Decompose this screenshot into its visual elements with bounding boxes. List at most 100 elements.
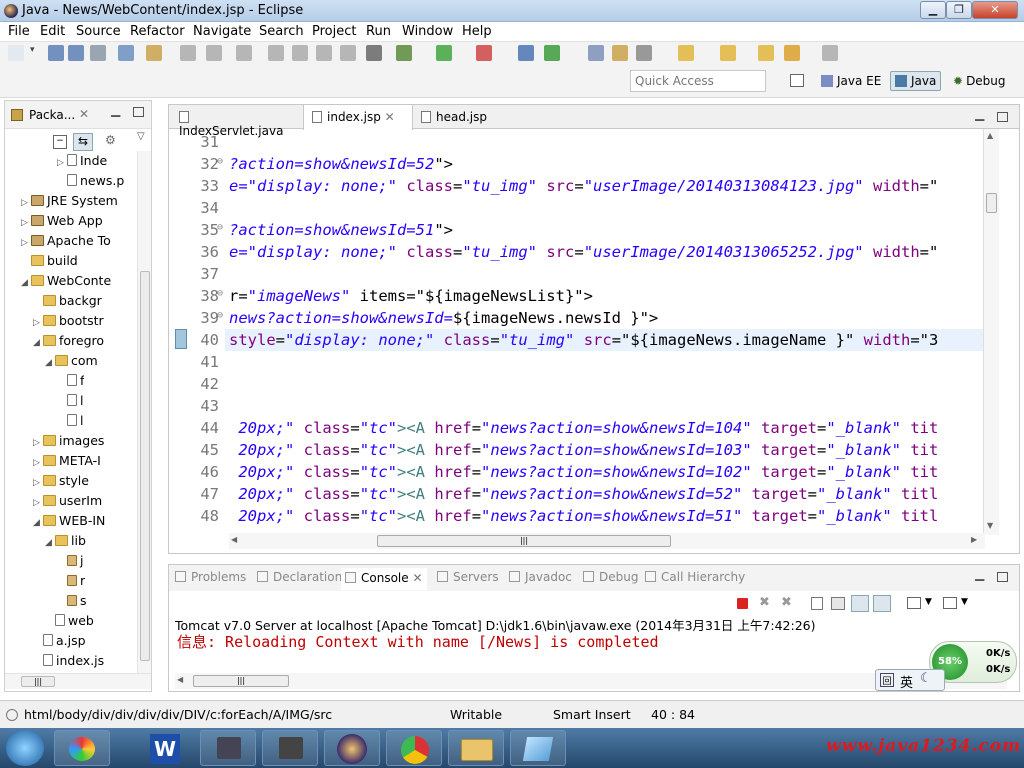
tree-item[interactable]: f — [57, 373, 84, 388]
next-annotation-icon[interactable] — [678, 45, 694, 61]
undo-icon[interactable] — [180, 45, 196, 61]
taskbar-chrome-icon[interactable] — [386, 730, 442, 766]
run-external-icon[interactable] — [476, 45, 492, 61]
maximize-panel-icon[interactable] — [997, 572, 1008, 582]
disconnect-icon[interactable] — [340, 45, 356, 61]
forward-nav-icon[interactable] — [822, 45, 838, 61]
taskbar-word-icon[interactable]: W — [140, 730, 196, 766]
expand-arrow-icon[interactable]: ▷ — [21, 238, 31, 248]
expand-arrow-icon[interactable]: ▷ — [21, 218, 31, 228]
tree-item[interactable]: ◢ WebConte — [21, 273, 111, 288]
perspective-debug[interactable]: ✹ Debug — [948, 71, 1011, 91]
tree-item[interactable]: s — [57, 593, 87, 608]
collapse-arrow-icon[interactable]: ◢ — [45, 538, 55, 548]
maximize-editor-icon[interactable] — [997, 112, 1008, 122]
tree-item[interactable]: ▷ style — [33, 473, 89, 488]
tab-head-jsp[interactable]: head.jsp — [413, 105, 503, 129]
editor-horizontal-scrollbar[interactable]: ◀ ||| ▶ — [229, 533, 985, 549]
editor-scroll-thumb[interactable] — [986, 193, 997, 213]
perspective-java-ee[interactable]: Java EE — [816, 71, 886, 91]
debug-icon[interactable] — [396, 45, 412, 61]
tab-servers[interactable]: Servers — [437, 570, 499, 584]
dropdown-icon[interactable]: ▼ — [961, 597, 968, 607]
taskbar-explorer-icon[interactable] — [448, 730, 504, 766]
view-menu-icon[interactable]: ⚙ — [105, 133, 116, 147]
close-button[interactable]: ✕ — [972, 1, 1018, 19]
menu-help[interactable]: Help — [462, 24, 492, 39]
tree-item[interactable]: web — [45, 613, 94, 628]
taskbar-app-icon[interactable] — [200, 730, 256, 766]
taskbar-eclipse-icon[interactable] — [324, 730, 380, 766]
taskbar-app-icon[interactable] — [262, 730, 318, 766]
minimize-editor-icon[interactable]: ▁ — [975, 107, 984, 121]
search-icon[interactable] — [636, 45, 652, 61]
editor-vertical-scrollbar[interactable]: ▲ ▼ — [983, 129, 999, 535]
tab-problems[interactable]: Problems — [175, 570, 246, 584]
minimize-panel-icon[interactable]: ▁ — [975, 567, 984, 581]
terminate-icon[interactable] — [737, 598, 748, 609]
tab-indexservlet-java[interactable]: IndexServlet.java — [171, 105, 303, 138]
print-icon[interactable] — [90, 45, 106, 61]
menu-file[interactable]: File — [8, 24, 30, 39]
new-icon[interactable] — [8, 45, 24, 61]
tree-item[interactable]: ◢ WEB-IN — [33, 513, 105, 528]
remove-launch-icon[interactable]: ✖ — [759, 595, 770, 610]
build-icon[interactable] — [146, 45, 162, 61]
new-package-icon[interactable] — [544, 45, 560, 61]
suspend-icon[interactable] — [292, 45, 308, 61]
new-class-icon[interactable] — [518, 45, 534, 61]
maximize-view-icon[interactable] — [133, 107, 144, 117]
expand-arrow-icon[interactable]: ▷ — [33, 498, 43, 508]
dropdown-icon[interactable]: ▾ — [30, 45, 46, 61]
tree-item[interactable]: ◢ foregro — [33, 333, 104, 348]
tree-item[interactable]: ▷ userIm — [33, 493, 102, 508]
save-icon[interactable] — [48, 45, 64, 61]
tree-item[interactable]: j — [57, 553, 83, 568]
remove-all-icon[interactable]: ✖ — [781, 595, 792, 610]
open-perspective-icon[interactable] — [790, 74, 804, 87]
new-server-icon[interactable] — [118, 45, 134, 61]
tab-debug[interactable]: Debug — [583, 570, 638, 584]
console-hscroll-thumb[interactable]: ||| — [193, 675, 289, 687]
tab-console[interactable]: Console ✕ — [341, 568, 427, 590]
tree-item[interactable]: ▷ Apache To — [21, 233, 111, 248]
close-tab-icon[interactable]: ✕ — [409, 571, 422, 585]
expand-arrow-icon[interactable]: ▷ — [33, 438, 43, 448]
scroll-lock-icon[interactable] — [831, 597, 845, 610]
fold-toggle-icon[interactable]: ⊖ — [217, 156, 223, 167]
hscroll-left[interactable]: ◀ — [231, 535, 237, 544]
back-icon[interactable] — [236, 45, 252, 61]
save-all-icon[interactable] — [68, 45, 84, 61]
tree-item[interactable]: ◢ com — [45, 353, 98, 368]
tree-item[interactable]: ◢ lib — [45, 533, 86, 548]
link-with-editor-icon[interactable]: ⇆ — [73, 133, 93, 151]
open-task-icon[interactable] — [612, 45, 628, 61]
editor-scroll-down[interactable]: ▼ — [987, 521, 993, 530]
tree-item[interactable]: ▷ Inde — [57, 153, 107, 168]
menu-search[interactable]: Search — [259, 24, 304, 39]
fold-toggle-icon[interactable]: ⊖ — [217, 222, 223, 233]
prev-annotation-icon[interactable] — [720, 45, 736, 61]
pin-console-icon[interactable] — [873, 595, 891, 612]
expand-arrow-icon[interactable]: ▷ — [33, 318, 43, 328]
tree-item[interactable]: index.js — [33, 653, 104, 668]
expand-arrow-icon[interactable]: ▷ — [57, 158, 67, 168]
code-view[interactable]: 31 32 ⊖ ?action=show&newsId=52"> 33 e="displa… — [169, 129, 1001, 537]
tree-item[interactable]: l — [57, 413, 83, 428]
menu-edit[interactable]: Edit — [40, 24, 65, 39]
ime-bar[interactable]: 回 英 ☾ — [875, 669, 945, 691]
collapse-all-icon[interactable]: − — [53, 135, 67, 149]
menu-source[interactable]: Source — [76, 24, 121, 39]
menu-window[interactable]: Window — [402, 24, 453, 39]
display-console-icon[interactable] — [907, 597, 921, 609]
back-nav-icon[interactable] — [784, 45, 800, 61]
tree-item[interactable]: l — [57, 393, 83, 408]
console-hscroll-left[interactable]: ◀ — [177, 675, 183, 684]
package-explorer-tab[interactable]: Packa... — [29, 108, 75, 122]
stop-icon[interactable] — [316, 45, 332, 61]
close-tab-icon[interactable]: ✕ — [381, 110, 395, 124]
open-type-icon[interactable] — [588, 45, 604, 61]
tab-declaration[interactable]: Declaration — [257, 570, 342, 584]
fold-toggle-icon[interactable]: ⊖ — [217, 310, 223, 321]
taskbar-app-icon[interactable] — [510, 730, 566, 766]
